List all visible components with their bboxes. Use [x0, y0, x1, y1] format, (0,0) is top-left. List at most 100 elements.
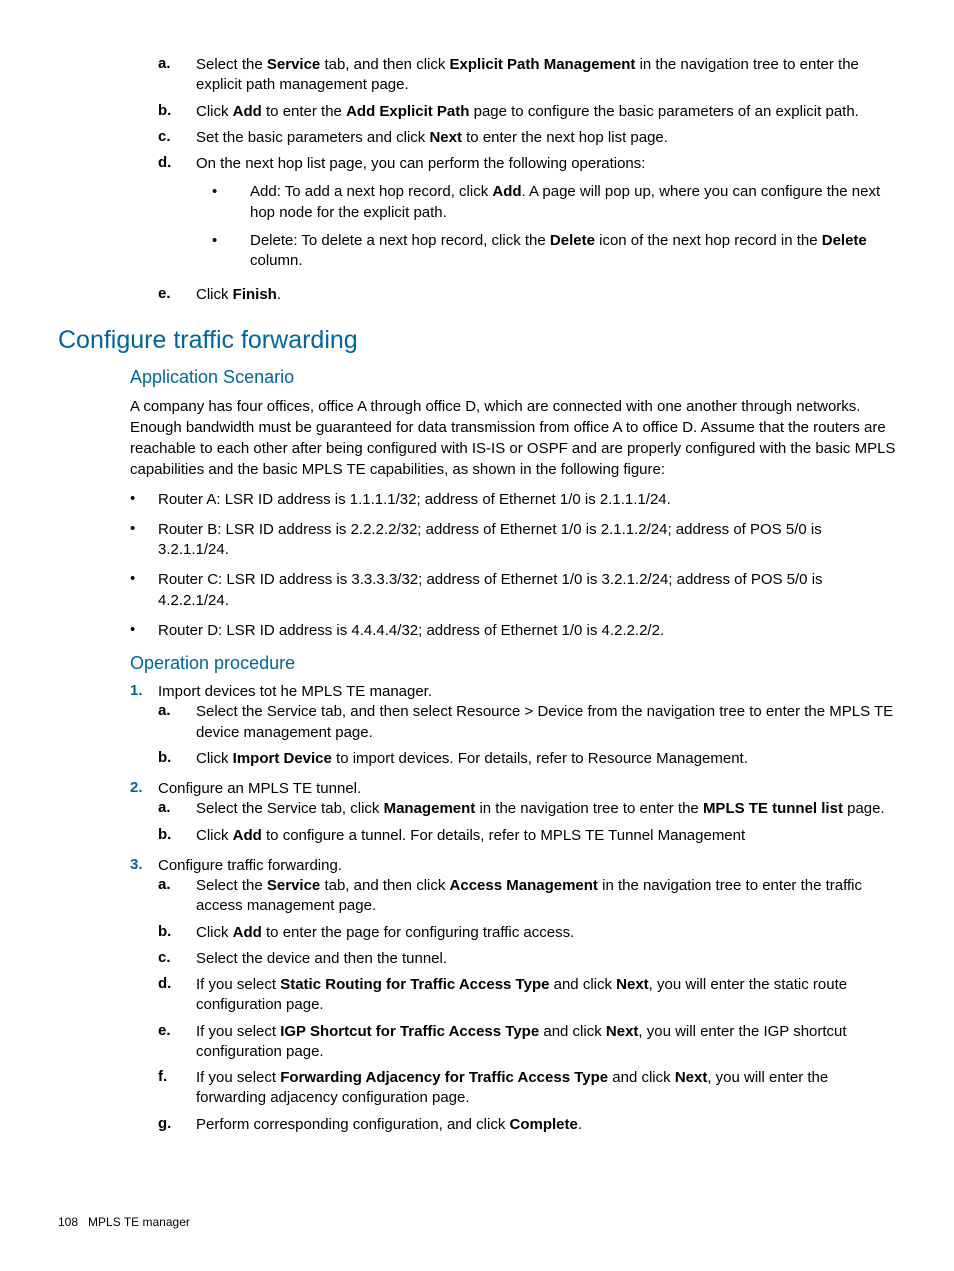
text: If you select — [196, 1023, 280, 1040]
content: Click Add to enter the page for configur… — [196, 923, 896, 943]
router-list: •Router A: LSR ID address is 1.1.1.1/32;… — [58, 490, 896, 642]
marker-d: d. — [158, 975, 196, 1016]
text: Click — [196, 924, 233, 941]
bold-text: Add — [233, 827, 262, 844]
marker-b: b. — [158, 749, 196, 769]
bold-text: Next — [616, 976, 649, 993]
content: Set the basic parameters and click Next … — [196, 128, 896, 148]
text: and click — [539, 1023, 606, 1040]
list-item: f. If you select Forwarding Adjacency fo… — [58, 1068, 896, 1109]
document-page: a. Select the Service tab, and then clic… — [0, 0, 954, 1271]
text: to configure a tunnel. For details, refe… — [262, 827, 745, 844]
content: On the next hop list page, you can perfo… — [196, 154, 896, 279]
content: Click Add to enter the Add Explicit Path… — [196, 102, 896, 122]
content: Select the device and then the tunnel. — [196, 949, 896, 969]
step-text: Import devices tot he MPLS TE manager. — [158, 682, 896, 702]
list-item: a. Select the Service tab, and then clic… — [58, 876, 896, 917]
marker-b: b. — [158, 102, 196, 122]
text: Click — [196, 827, 233, 844]
text: and click — [608, 1069, 675, 1086]
bold-text: Access Management — [450, 877, 598, 894]
list-item: e. Click Finish. — [58, 285, 896, 305]
bullet-icon: • — [206, 231, 250, 272]
content: Click Finish. — [196, 285, 896, 305]
content: Delete: To delete a next hop record, cli… — [250, 231, 896, 272]
text: page. — [843, 800, 885, 817]
step-3: 3. Configure traffic forwarding. a. Sele… — [58, 856, 896, 1135]
footer-title: MPLS TE manager — [88, 1215, 190, 1229]
marker-c: c. — [158, 128, 196, 148]
content: Perform corresponding configuration, and… — [196, 1115, 896, 1135]
marker-c: c. — [158, 949, 196, 969]
content: Select the Service tab, and then click A… — [196, 876, 896, 917]
text: to enter the page for configuring traffi… — [262, 924, 574, 941]
text: . — [277, 286, 281, 303]
step-text: Configure traffic forwarding. — [158, 856, 896, 876]
bold-text: Service — [267, 877, 320, 894]
bold-text: Management — [384, 800, 476, 817]
bullet-icon: • — [130, 621, 158, 641]
content: Select the Service tab, and then click E… — [196, 55, 896, 96]
marker-e: e. — [158, 285, 196, 305]
bold-text: Finish — [233, 286, 277, 303]
text: to enter the — [262, 103, 346, 120]
marker-e: e. — [158, 1022, 196, 1063]
list-item: b. Click Add to configure a tunnel. For … — [58, 826, 896, 846]
list-item: g. Perform corresponding configuration, … — [58, 1115, 896, 1135]
text: Click — [196, 750, 233, 767]
top-letter-list: a. Select the Service tab, and then clic… — [58, 55, 896, 306]
text: Click — [196, 286, 233, 303]
text: . — [578, 1116, 582, 1133]
router-b: Router B: LSR ID address is 2.2.2.2/32; … — [158, 520, 896, 561]
bold-text: Import Device — [233, 750, 332, 767]
bold-text: Static Routing for Traffic Access Type — [280, 976, 549, 993]
inner-bullets: • Add: To add a next hop record, click A… — [196, 182, 896, 271]
section-title: Configure traffic forwarding — [58, 326, 896, 355]
marker-1: 1. — [130, 682, 158, 702]
content: If you select Static Routing for Traffic… — [196, 975, 896, 1016]
step3-sub: a. Select the Service tab, and then clic… — [58, 876, 896, 1135]
router-d: Router D: LSR ID address is 4.4.4.4/32; … — [158, 621, 896, 641]
marker-f: f. — [158, 1068, 196, 1109]
marker-g: g. — [158, 1115, 196, 1135]
bold-text: Delete — [822, 232, 867, 249]
step1-sub: a. Select the Service tab, and then sele… — [58, 702, 896, 769]
router-c: Router C: LSR ID address is 3.3.3.3/32; … — [158, 570, 896, 611]
text: Click — [196, 103, 233, 120]
text: If you select — [196, 1069, 280, 1086]
marker-a: a. — [158, 702, 196, 743]
bold-text: Add — [233, 924, 262, 941]
step-1: 1. Import devices tot he MPLS TE manager… — [58, 682, 896, 769]
operation-procedure-title: Operation procedure — [130, 653, 896, 674]
text: Delete: To delete a next hop record, cli… — [250, 232, 550, 249]
marker-a: a. — [158, 55, 196, 96]
bold-text: Explicit Path Management — [450, 56, 636, 73]
text: and click — [549, 976, 616, 993]
bold-text: Next — [429, 129, 462, 146]
bold-text: Forwarding Adjacency for Traffic Access … — [280, 1069, 608, 1086]
step2-sub: a. Select the Service tab, click Managem… — [58, 799, 896, 846]
list-item: • Add: To add a next hop record, click A… — [196, 182, 896, 223]
page-number: 108 — [58, 1215, 78, 1229]
text: Perform corresponding configuration, and… — [196, 1116, 510, 1133]
text: to enter the next hop list page. — [462, 129, 668, 146]
bullet-icon: • — [130, 520, 158, 561]
list-item: d. If you select Static Routing for Traf… — [58, 975, 896, 1016]
list-item: e. If you select IGP Shortcut for Traffi… — [58, 1022, 896, 1063]
bullet-icon: • — [206, 182, 250, 223]
content: If you select Forwarding Adjacency for T… — [196, 1068, 896, 1109]
content: Click Import Device to import devices. F… — [196, 749, 896, 769]
marker-b: b. — [158, 826, 196, 846]
text: On the next hop list page, you can perfo… — [196, 155, 645, 172]
content: Add: To add a next hop record, click Add… — [250, 182, 896, 223]
bold-text: Next — [606, 1023, 639, 1040]
text: Select the — [196, 56, 267, 73]
text: column. — [250, 252, 303, 269]
list-item: b. Click Add to enter the page for confi… — [58, 923, 896, 943]
content: Click Add to configure a tunnel. For det… — [196, 826, 896, 846]
bold-text: IGP Shortcut for Traffic Access Type — [280, 1023, 539, 1040]
list-item: •Router B: LSR ID address is 2.2.2.2/32;… — [58, 520, 896, 561]
text: If you select — [196, 976, 280, 993]
list-item: a. Select the Service tab, and then clic… — [58, 55, 896, 96]
application-scenario-para: A company has four offices, office A thr… — [130, 396, 896, 480]
